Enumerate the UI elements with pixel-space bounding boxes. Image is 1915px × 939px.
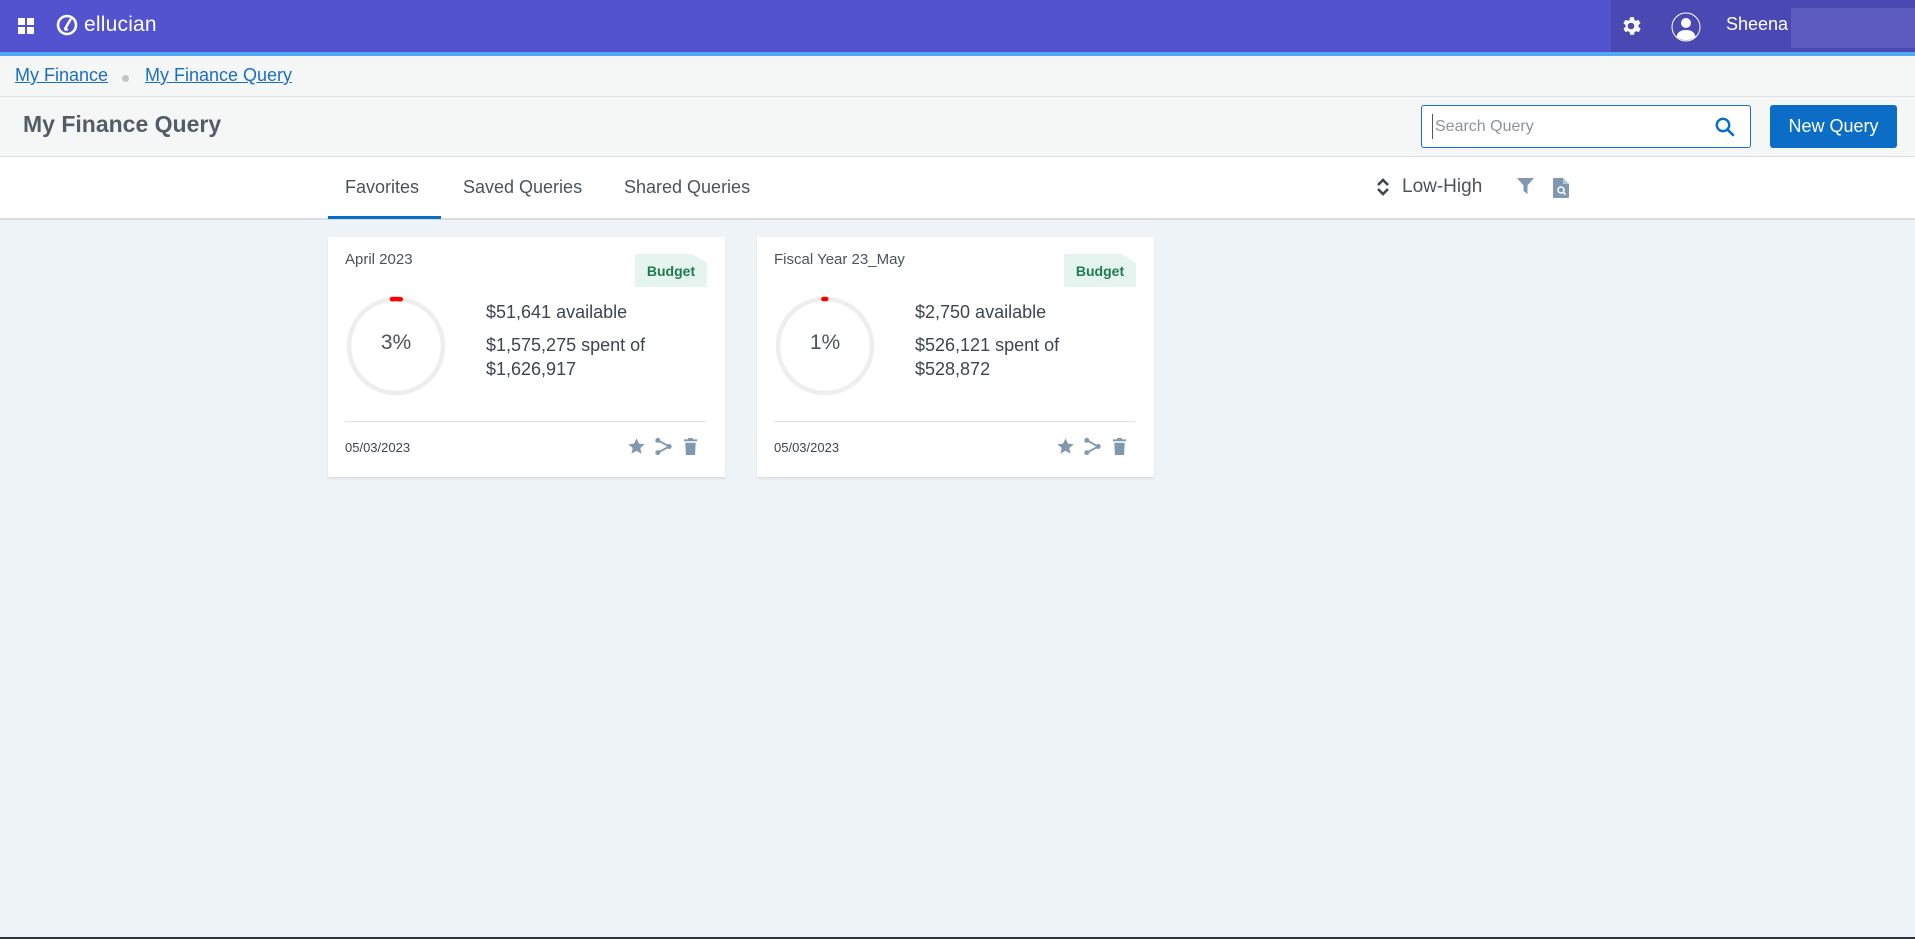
trash-icon[interactable] <box>681 437 700 456</box>
percent-label: 1% <box>809 331 841 354</box>
tab-bar: Favorites Saved Queries Shared Queries L… <box>0 157 1915 220</box>
sort-control[interactable]: Low-High <box>1376 176 1482 198</box>
search-query-field[interactable] <box>1421 105 1751 148</box>
search-input[interactable] <box>1432 114 1702 139</box>
star-icon[interactable] <box>627 437 646 456</box>
new-query-button[interactable]: New Query <box>1770 105 1897 148</box>
tab-shared-queries[interactable]: Shared Queries <box>624 177 750 198</box>
page-header: My Finance Query New Query <box>0 97 1915 157</box>
breadcrumb-separator <box>122 75 129 82</box>
card-title: April 2023 <box>345 251 413 268</box>
gear-icon[interactable] <box>1619 14 1643 38</box>
sort-label: Low-High <box>1402 176 1483 197</box>
trash-icon[interactable] <box>1110 437 1129 456</box>
sort-updown-icon <box>1377 178 1389 196</box>
card-date: 05/03/2023 <box>774 440 840 455</box>
document-search-icon[interactable] <box>1553 178 1569 198</box>
query-card[interactable]: April 2023 Budget 3% $51,641 available $… <box>328 237 725 477</box>
brand-name: ellucian <box>84 13 157 36</box>
apps-grid-icon[interactable] <box>18 18 34 34</box>
spent-amount: $526,121 spent of $528,872 <box>915 335 1060 379</box>
available-amount: $2,750 available <box>915 302 1047 322</box>
ellucian-logo[interactable]: ellucian <box>56 13 157 37</box>
breadcrumb: My Finance My Finance Query <box>0 56 1915 97</box>
budget-tag: Budget <box>635 254 707 287</box>
ellucian-logo-icon <box>56 14 78 36</box>
tab-favorites[interactable]: Favorites <box>345 177 419 198</box>
share-icon[interactable] <box>1083 437 1102 456</box>
available-amount: $51,641 available <box>486 302 628 322</box>
share-icon[interactable] <box>654 437 673 456</box>
top-header: ellucian Sheena <box>0 0 1915 52</box>
card-divider <box>345 421 706 422</box>
breadcrumb-my-finance-query[interactable]: My Finance Query <box>145 65 292 86</box>
card-divider <box>774 421 1135 422</box>
spent-amount: $1,575,275 spent of $1,626,917 <box>486 335 646 379</box>
card-actions <box>627 437 700 456</box>
user-name[interactable]: Sheena <box>1726 14 1788 35</box>
active-tab-indicator <box>328 216 441 219</box>
percent-label: 3% <box>380 331 412 354</box>
star-icon[interactable] <box>1056 437 1075 456</box>
card-date: 05/03/2023 <box>345 440 411 455</box>
card-actions <box>1056 437 1129 456</box>
query-card[interactable]: Fiscal Year 23_May Budget 1% $2,750 avai… <box>757 237 1154 477</box>
tab-saved-queries[interactable]: Saved Queries <box>463 177 582 198</box>
user-name-redacted <box>1791 8 1915 48</box>
breadcrumb-my-finance[interactable]: My Finance <box>15 65 108 86</box>
budget-tag: Budget <box>1064 254 1136 287</box>
filter-icon[interactable] <box>1517 178 1534 195</box>
page-title: My Finance Query <box>23 111 222 137</box>
user-avatar-icon[interactable] <box>1671 12 1701 42</box>
card-title: Fiscal Year 23_May <box>774 251 905 268</box>
search-icon[interactable] <box>1714 116 1736 138</box>
